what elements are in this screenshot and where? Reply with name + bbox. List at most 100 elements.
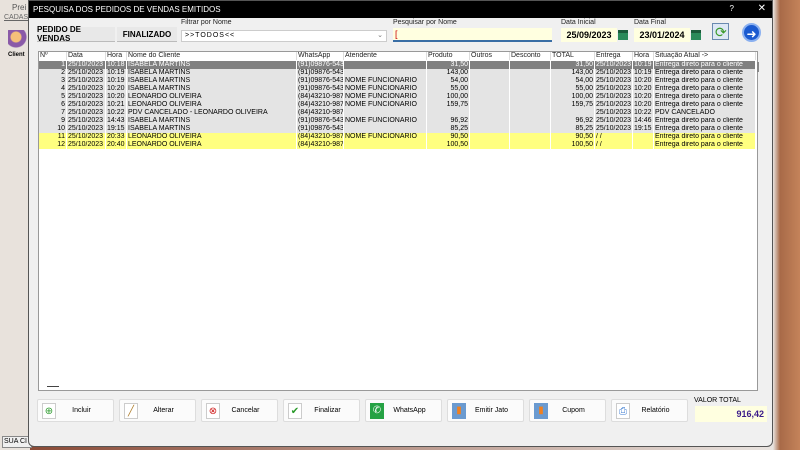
chevron-down-icon: ⌄ [377, 32, 383, 39]
table-row[interactable]: 6 25/10/2023 10:21 LEONARDO OLIVEIRA (84)432… [39, 101, 756, 109]
column-header[interactable]: Entrega [595, 52, 633, 60]
table-cell: ISABELA MARTINS [127, 125, 297, 133]
table-row[interactable]: 9 25/10/2023 14:43 ISABELA MARTINS (91)09876… [39, 117, 756, 125]
tab-finalizado[interactable]: FINALIZADO [117, 27, 177, 42]
clients-icon[interactable] [8, 30, 28, 50]
calendar-icon[interactable] [618, 30, 628, 40]
table-cell: Entrega direto para o cliente [654, 69, 756, 77]
cupom-button[interactable]: ▮ Cupom [529, 399, 606, 422]
table-cell [470, 109, 510, 117]
filter-label: Filtrar por Nome [181, 19, 232, 26]
table-cell: 10:22 [633, 109, 654, 117]
cancel-document-icon: ⊗ [206, 403, 220, 419]
search-input[interactable]: [ [393, 28, 552, 42]
column-header[interactable]: Data [67, 52, 106, 60]
incluir-button[interactable]: ⊕ Incluir [37, 399, 114, 422]
cancelar-button[interactable]: ⊗ Cancelar [201, 399, 278, 422]
whatsapp-button[interactable]: ✆ WhatsApp [365, 399, 442, 422]
background-menu[interactable]: CADAS [4, 14, 28, 21]
table-cell: 90,50 [427, 133, 470, 141]
finalizar-button[interactable]: ✔ Finalizar [283, 399, 360, 422]
column-header[interactable]: TOTAL [551, 52, 595, 60]
table-cell: 25/10/2023 [67, 117, 106, 125]
column-header[interactable]: Produto [427, 52, 470, 60]
column-header[interactable]: Outros [470, 52, 510, 60]
vertical-scrollbar[interactable] [757, 62, 759, 72]
date-end-input[interactable]: 23/01/2024 [634, 28, 690, 42]
table-cell: / / [595, 133, 633, 141]
table-cell: PDV CANCELADO - LEONARDO OLIVEIRA [127, 109, 297, 117]
table-row[interactable]: 12 25/10/2023 20:40 LEONARDO OLIVEIRA (84)43… [39, 141, 756, 149]
column-header[interactable]: WhatsApp [297, 52, 344, 60]
column-header[interactable]: Atendente [344, 52, 427, 60]
table-cell: NOME FUNCIONARIO [344, 93, 427, 101]
refresh-icon[interactable] [712, 23, 729, 40]
table-cell: 25/10/2023 [67, 61, 106, 69]
relat-rio-button[interactable]: ⎙ Relatório [611, 399, 688, 422]
calendar-icon[interactable] [691, 30, 701, 40]
table-cell [470, 85, 510, 93]
column-header[interactable]: Hora [106, 52, 127, 60]
alterar-button[interactable]: ╱ Alterar [119, 399, 196, 422]
table-cell: Entrega direto para o cliente [654, 141, 756, 149]
column-header[interactable]: Nome do Cliente [127, 52, 297, 60]
clients-label[interactable]: Client [8, 52, 25, 58]
table-cell: ISABELA MARTINS [127, 61, 297, 69]
column-header[interactable]: Desconto [510, 52, 551, 60]
arrow-right-icon[interactable]: ➜ [742, 23, 761, 42]
table-row[interactable]: 1 25/10/2023 10:18 ISABELA MARTINS (91)09876… [39, 61, 756, 69]
horizontal-scrollbar[interactable] [47, 386, 59, 387]
table-cell: 54,00 [427, 77, 470, 85]
date-end-label: Data Final [634, 19, 666, 26]
table-cell: 25/10/2023 [67, 77, 106, 85]
table-row[interactable]: 5 25/10/2023 10:20 LEONARDO OLIVEIRA (84)432… [39, 93, 756, 101]
table-cell: 25/10/2023 [67, 125, 106, 133]
table-cell [551, 109, 595, 117]
table-row[interactable]: 7 25/10/2023 10:22 PDV CANCELADO - LEONARDO… [39, 109, 756, 117]
filter-name-select[interactable]: >>TODOS<< ⌄ [181, 30, 387, 42]
table-cell: 54,00 [551, 77, 595, 85]
emitir-jato-button[interactable]: ▮ Emitir Jato [447, 399, 524, 422]
table-cell: 25/10/2023 [67, 85, 106, 93]
table-cell: 3 [39, 77, 67, 85]
table-cell: Entrega direto para o cliente [654, 117, 756, 125]
date-start-input[interactable]: 25/09/2023 [561, 28, 617, 42]
table-row[interactable]: 10 25/10/2023 19:15 ISABELA MARTINS (91)0987… [39, 125, 756, 133]
table-cell: 31,50 [551, 61, 595, 69]
table-cell: LEONARDO OLIVEIRA [127, 93, 297, 101]
table-cell [510, 69, 551, 77]
table-cell [510, 61, 551, 69]
table-cell: 25/10/2023 [596, 117, 633, 125]
table-cell: Entrega direto para o cliente [654, 125, 756, 133]
search-orders-dialog: PESQUISA DOS PEDIDOS DE VENDAS EMITIDOS … [28, 0, 773, 447]
table-cell: 25/10/2023 [67, 101, 106, 109]
table-cell: 96,92 [427, 117, 470, 125]
table-row[interactable]: 2 25/10/2023 10:19 ISABELA MARTINS (91)09876… [39, 69, 756, 77]
tab-pedido-de-vendas[interactable]: PEDIDO DE VENDAS [37, 25, 115, 43]
table-cell: 10:20 [633, 77, 654, 85]
table-cell: 25/10/2023 [67, 109, 106, 117]
table-cell: 10:20 [633, 85, 654, 93]
help-button[interactable]: ? [730, 4, 734, 13]
table-cell: 25/10/2023 [596, 85, 633, 93]
column-header[interactable]: Situação Atual -> [654, 52, 756, 60]
table-cell: (91)09876-5432 [298, 77, 344, 85]
column-header[interactable]: Nº [39, 52, 67, 60]
total-label: VALOR TOTAL [694, 397, 741, 404]
table-cell: ISABELA MARTINS [127, 77, 297, 85]
table-cell: (84)43210-9876 [298, 133, 344, 141]
table-cell [510, 77, 551, 85]
total-value: 916,42 [695, 406, 767, 422]
table-cell [344, 141, 427, 149]
table-cell [344, 109, 427, 117]
table-cell: 19:15 [106, 125, 127, 133]
table-row[interactable]: 4 25/10/2023 10:20 ISABELA MARTINS (91)09876… [39, 85, 756, 93]
table-cell: Entrega direto para o cliente [654, 93, 756, 101]
table-cell: (91)09876-5432 [298, 85, 344, 93]
column-header[interactable]: Hora [633, 52, 654, 60]
table-row[interactable]: 11 25/10/2023 20:33 LEONARDO OLIVEIRA (84)43… [39, 133, 756, 141]
close-button[interactable]: ✕ [758, 3, 766, 14]
table-cell: 9 [39, 117, 67, 125]
table-row[interactable]: 3 25/10/2023 10:19 ISABELA MARTINS (91)09876… [39, 77, 756, 85]
table-cell [510, 85, 551, 93]
